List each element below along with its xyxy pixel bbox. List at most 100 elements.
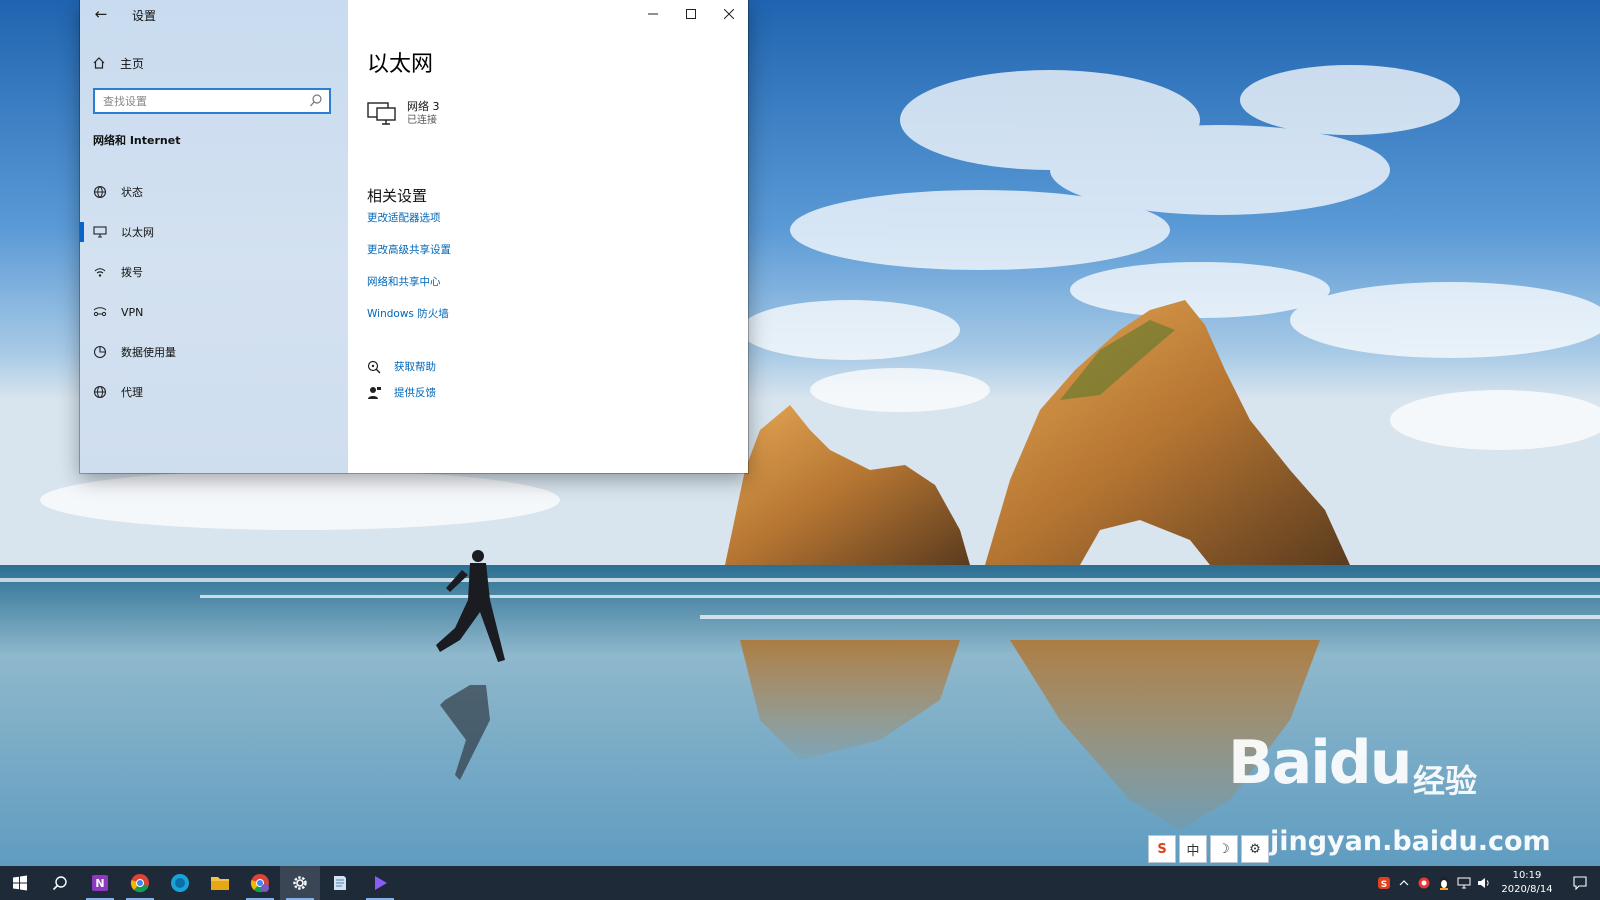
ime-toolbar: S 中 ☽ ⚙ [1148,835,1269,863]
title-bar[interactable]: ← 设置 [80,0,748,28]
nav-item-ethernet[interactable]: 以太网 [80,212,348,252]
nav-item-label: 代理 [121,386,143,399]
network-entry[interactable]: 网络 3 已连接 [367,100,440,128]
taskbar-onenote[interactable]: N [80,866,120,900]
feedback-person-icon [367,386,382,400]
taskbar-chrome-profile[interactable] [240,866,280,900]
ime-halfwidth-button[interactable]: ☽ [1210,835,1238,863]
link-windows-firewall[interactable]: Windows 防火墙 [367,306,449,321]
clock-time: 10:19 [1512,870,1542,881]
settings-gear-icon [293,876,307,890]
nav-item-label: 拨号 [121,266,143,279]
chevron-up-icon [1399,880,1409,886]
notepad-icon [334,876,346,890]
edge-icon [171,874,189,892]
nav-item-data-usage[interactable]: 数据使用量 [80,332,348,372]
action-center-button[interactable] [1560,866,1600,900]
system-tray: S 10:19 2020/8/14 [1374,866,1600,900]
maximize-icon [686,9,696,19]
vpn-icon [93,305,107,319]
minimize-icon [648,13,658,15]
ime-sogou-button[interactable]: S [1148,835,1176,863]
minimize-button[interactable] [634,0,672,28]
watermark-url: jingyan.baidu.com [1270,826,1551,857]
ime-sogou-icon: S [1157,841,1167,857]
ime-mode-label: 中 [1186,843,1200,859]
tray-overflow[interactable] [1394,866,1414,900]
get-help-link[interactable]: 获取帮助 [367,359,436,374]
svg-text:S: S [1381,880,1387,890]
network-icon [1457,877,1471,889]
taskbar-media-player[interactable] [360,866,400,900]
help-chat-icon [367,360,382,374]
window-title: 设置 [132,9,157,23]
back-button[interactable]: ← [90,4,112,24]
proxy-globe-icon [93,385,107,399]
baidu-watermark: Baidu 经验 [1228,728,1528,838]
tray-app-red[interactable] [1414,866,1434,900]
taskbar-file-explorer[interactable] [200,866,240,900]
settings-window: 主页 网络和 Internet 状态 以太网 [80,0,748,473]
ime-chinese-mode-button[interactable]: 中 [1179,835,1207,863]
taskbar-notepad[interactable] [320,866,360,900]
start-icon [13,875,27,891]
feedback-label: 提供反馈 [394,387,436,399]
search-icon[interactable] [309,93,323,109]
search-input[interactable] [95,90,303,113]
network-status: 已连接 [407,115,437,126]
content-pane: 以太网 网络 3 已连接 相关设置 更改适配器选项 更改高级共享设置 网络和共享… [348,28,748,473]
settings-sidebar: 主页 网络和 Internet 状态 以太网 [80,0,348,473]
nav-item-label: 以太网 [121,226,154,239]
nav-item-dialup[interactable]: 拨号 [80,252,348,292]
section-title: 网络和 Internet [93,134,181,147]
maximize-button[interactable] [672,0,710,28]
taskbar-edge[interactable] [160,866,200,900]
notification-icon [1573,876,1587,890]
status-globe-icon [93,185,107,199]
ethernet-monitor-icon [93,225,107,239]
settings-search-box[interactable] [93,88,331,114]
ime-settings-button[interactable]: ⚙ [1241,835,1269,863]
penguin-app-icon [1439,877,1449,890]
ethernet-network-icon [367,100,397,128]
tray-sogou[interactable]: S [1374,866,1394,900]
nav-item-status[interactable]: 状态 [80,172,348,212]
close-icon [724,9,734,19]
close-button[interactable] [710,0,748,28]
get-help-label: 获取帮助 [394,361,436,373]
taskbar-chrome[interactable] [120,866,160,900]
watermark-suffix: 经验 [1413,762,1478,800]
ime-gear-icon: ⚙ [1249,841,1261,857]
volume-icon [1478,878,1489,888]
taskbar-clock[interactable]: 10:19 2020/8/14 [1494,869,1560,897]
related-settings-title: 相关设置 [367,187,428,205]
nav-item-label: 数据使用量 [121,346,176,359]
clock-date: 2020/8/14 [1501,884,1553,895]
feedback-link[interactable]: 提供反馈 [367,385,436,400]
tray-app-penguin[interactable] [1434,866,1454,900]
tray-network[interactable] [1454,866,1474,900]
taskbar-settings[interactable] [280,866,320,900]
file-explorer-icon [211,877,229,890]
svg-text:N: N [95,877,104,890]
nav-item-label: 状态 [121,186,143,199]
search-icon [52,876,67,891]
dialup-icon [93,265,107,279]
start-button[interactable] [0,866,40,900]
ime-moon-icon: ☽ [1218,841,1230,857]
red-app-icon [1418,877,1430,889]
nav-home[interactable]: 主页 [92,52,144,74]
link-adapter-options[interactable]: 更改适配器选项 [367,210,441,225]
home-icon [92,56,106,70]
taskbar-search-button[interactable] [40,866,80,900]
nav-item-label: VPN [121,305,144,319]
nav-item-proxy[interactable]: 代理 [80,372,348,412]
nav-list: 状态 以太网 拨号 VPN 数据使用量 代理 [80,172,348,412]
onenote-icon: N [92,875,108,891]
link-advanced-sharing[interactable]: 更改高级共享设置 [367,242,451,257]
tray-volume[interactable] [1474,866,1494,900]
caption-buttons [634,0,748,28]
nav-item-vpn[interactable]: VPN [80,292,348,332]
link-network-sharing-center[interactable]: 网络和共享中心 [367,274,441,289]
page-title: 以太网 [367,52,434,77]
